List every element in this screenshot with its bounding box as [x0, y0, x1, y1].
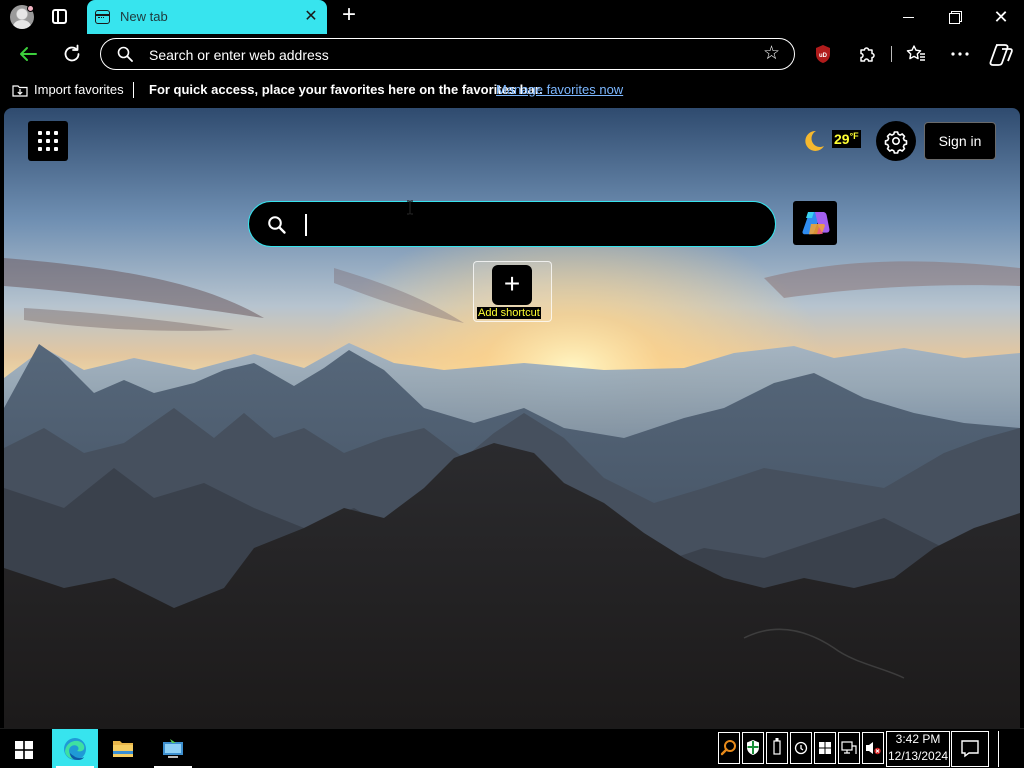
favorites-icon[interactable] — [905, 43, 927, 65]
add-shortcut-button[interactable]: + Add shortcut — [473, 261, 552, 322]
minimize-icon[interactable] — [896, 6, 922, 28]
taskbar-edge[interactable] — [52, 729, 98, 768]
address-placeholder: Search or enter web address — [149, 47, 329, 63]
tray-volume-muted-icon[interactable] — [862, 732, 884, 764]
tray-windows-icon[interactable] — [814, 732, 836, 764]
taskbar: 3:42 PM 12/13/2024 — [0, 728, 1024, 768]
address-bar[interactable]: Search or enter web address ☆ — [100, 38, 795, 70]
tray-security-icon[interactable] — [742, 732, 764, 764]
temperature-unit: °F — [849, 131, 859, 141]
favorites-divider — [133, 82, 134, 98]
copilot-button[interactable] — [793, 201, 837, 245]
web-search-box[interactable] — [248, 201, 776, 247]
tray-usb-icon[interactable] — [766, 732, 788, 764]
edge-icon — [64, 738, 86, 760]
restore-icon[interactable] — [942, 6, 968, 28]
file-explorer-icon — [113, 741, 133, 757]
search-icon — [117, 46, 133, 62]
new-tab-page-icon — [95, 10, 110, 24]
add-icon: + — [492, 265, 532, 305]
back-arrow-icon[interactable] — [16, 42, 40, 66]
import-favorites-icon — [12, 85, 28, 97]
apps-grid-icon — [38, 131, 58, 151]
more-icon[interactable] — [948, 43, 972, 65]
import-favorites-button[interactable]: Import favorites — [34, 82, 124, 97]
windows-start-icon[interactable] — [15, 741, 33, 759]
show-desktop-button[interactable] — [998, 731, 1022, 767]
mouse-ibeam-cursor — [407, 200, 413, 215]
tab-close-icon[interactable]: ✕ — [301, 7, 321, 27]
sign-in-button[interactable]: Sign in — [924, 122, 996, 160]
refresh-icon[interactable] — [60, 42, 84, 66]
search-input[interactable] — [309, 212, 749, 238]
apps-launcher-button[interactable] — [28, 121, 68, 161]
tab-new-tab[interactable]: New tab ✕ — [87, 0, 327, 34]
clock-date: 12/13/2024 — [888, 749, 949, 763]
weather-temperature[interactable]: 29°F — [832, 130, 861, 148]
navigation-toolbar: Search or enter web address ☆ uD — [0, 34, 1024, 74]
favorite-star-icon[interactable]: ☆ — [763, 44, 780, 64]
new-tab-page: 29°F Sign in + Add shortcut — [4, 108, 1020, 728]
new-tab-button[interactable]: + — [338, 3, 360, 27]
taskbar-clock: 3:42 PM 12/13/2024 — [888, 731, 948, 765]
notification-center-button[interactable] — [951, 731, 989, 767]
tray-clock-icon[interactable] — [790, 732, 812, 764]
close-window-icon[interactable]: ✕ — [988, 6, 1014, 28]
temperature-value: 29 — [834, 131, 850, 147]
tray-search-icon[interactable] — [718, 732, 740, 764]
settings-button[interactable] — [876, 121, 916, 161]
manage-favorites-link[interactable]: Manage favorites now — [496, 82, 623, 97]
copilot-icon[interactable] — [988, 42, 1014, 66]
favorites-bar-message: For quick access, place your favorites h… — [149, 82, 543, 97]
gear-icon — [884, 131, 908, 154]
copilot-icon — [802, 212, 830, 235]
tray-network-icon[interactable] — [838, 732, 860, 764]
taskbar-file-explorer[interactable] — [100, 729, 146, 768]
clock-time: 3:42 PM — [895, 732, 941, 746]
text-cursor — [305, 214, 307, 236]
taskbar-remote-desktop[interactable] — [150, 729, 196, 768]
toolbar-divider — [891, 46, 892, 62]
search-icon — [268, 216, 286, 234]
tab-actions-icon[interactable] — [52, 9, 67, 24]
notification-icon — [961, 740, 979, 758]
remote-desktop-icon — [163, 739, 183, 758]
tab-strip: New tab ✕ + ✕ — [0, 0, 1024, 34]
moon-icon[interactable] — [800, 128, 826, 154]
add-shortcut-label: Add shortcut — [477, 307, 541, 319]
extensions-icon[interactable] — [857, 43, 877, 65]
svg-text:uD: uD — [819, 53, 828, 59]
favorites-bar: Import favorites For quick access, place… — [0, 74, 1024, 106]
profile-status-dot — [27, 5, 34, 12]
ublock-icon[interactable]: uD — [814, 44, 832, 64]
tab-title: New tab — [120, 9, 168, 24]
